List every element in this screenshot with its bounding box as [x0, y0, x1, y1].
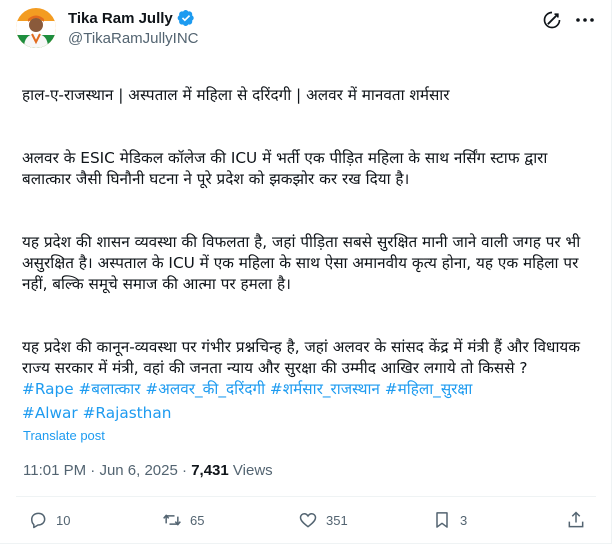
heart-icon — [299, 512, 317, 528]
tweet-text: हाल-ए-राजस्थान | अस्पताल में महिला से दर… — [22, 64, 597, 400]
avatar-image — [16, 8, 56, 48]
tweet-paragraph: यह प्रदेश की कानून-व्यवस्था पर गंभीर प्र… — [22, 338, 581, 377]
views-count: 7,431 — [191, 462, 229, 479]
tweet-paragraph: हाल-ए-राजस्थान | अस्पताल में महिला से दर… — [22, 86, 450, 104]
author-name[interactable]: Tika Ram Jully — [68, 10, 173, 27]
share-icon — [568, 511, 584, 528]
repost-count: 65 — [190, 512, 205, 528]
like-count: 351 — [326, 512, 348, 528]
post-date[interactable]: Jun 6, 2025 — [99, 462, 177, 479]
bookmark-button[interactable]: 3 — [432, 510, 467, 530]
reply-button[interactable]: 10 — [28, 510, 70, 530]
author-handle[interactable]: @TikaRamJullyINC — [68, 30, 199, 47]
action-bar: 10 65 351 3 — [0, 505, 612, 539]
hashtag-link[interactable]: #शर्मसार_राजस्थान — [270, 380, 380, 398]
hashtag-list: #Rape #बलात्कार #अलवर_की_दरिंदगी #शर्मसा… — [22, 377, 597, 425]
meta-separator: · — [90, 462, 96, 479]
hashtag-link[interactable]: #महिला_सुरक्षा — [385, 380, 473, 398]
hashtag-link[interactable]: #Rajasthan — [83, 404, 172, 422]
verified-badge-icon — [177, 9, 194, 27]
repost-button[interactable]: 65 — [162, 510, 204, 530]
reply-icon — [31, 512, 46, 529]
views-label: Views — [232, 462, 273, 479]
tweet-paragraph: अलवर के ESIC मेडिकल कॉलेज की ICU में भर्… — [22, 149, 548, 188]
like-button[interactable]: 351 — [298, 510, 348, 530]
post-metadata: 11:01 PM · Jun 6, 2025 · 7,431 Views — [23, 462, 273, 479]
bookmark-count: 3 — [460, 512, 468, 528]
bookmark-icon — [436, 512, 448, 528]
hashtag-link[interactable]: #Rape — [22, 380, 74, 398]
divider — [16, 496, 596, 497]
grok-icon[interactable] — [542, 10, 562, 30]
meta-separator: · — [182, 462, 188, 479]
share-button[interactable] — [566, 510, 586, 530]
author-name-row[interactable]: Tika Ram Jully — [68, 9, 195, 27]
more-options-icon[interactable] — [573, 8, 597, 32]
tweet-paragraph: यह प्रदेश की शासन व्यवस्था की विफलता है,… — [22, 233, 581, 293]
hashtag-link[interactable]: #अलवर_की_दरिंदगी — [145, 380, 265, 398]
repost-icon — [163, 514, 181, 526]
translate-post-link[interactable]: Translate post — [23, 428, 105, 443]
avatar[interactable] — [16, 8, 56, 48]
hashtag-link[interactable]: #Alwar — [22, 404, 78, 422]
post-time[interactable]: 11:01 PM — [23, 462, 86, 479]
reply-count: 10 — [56, 512, 71, 528]
hashtag-link[interactable]: #बलात्कार — [78, 380, 140, 398]
